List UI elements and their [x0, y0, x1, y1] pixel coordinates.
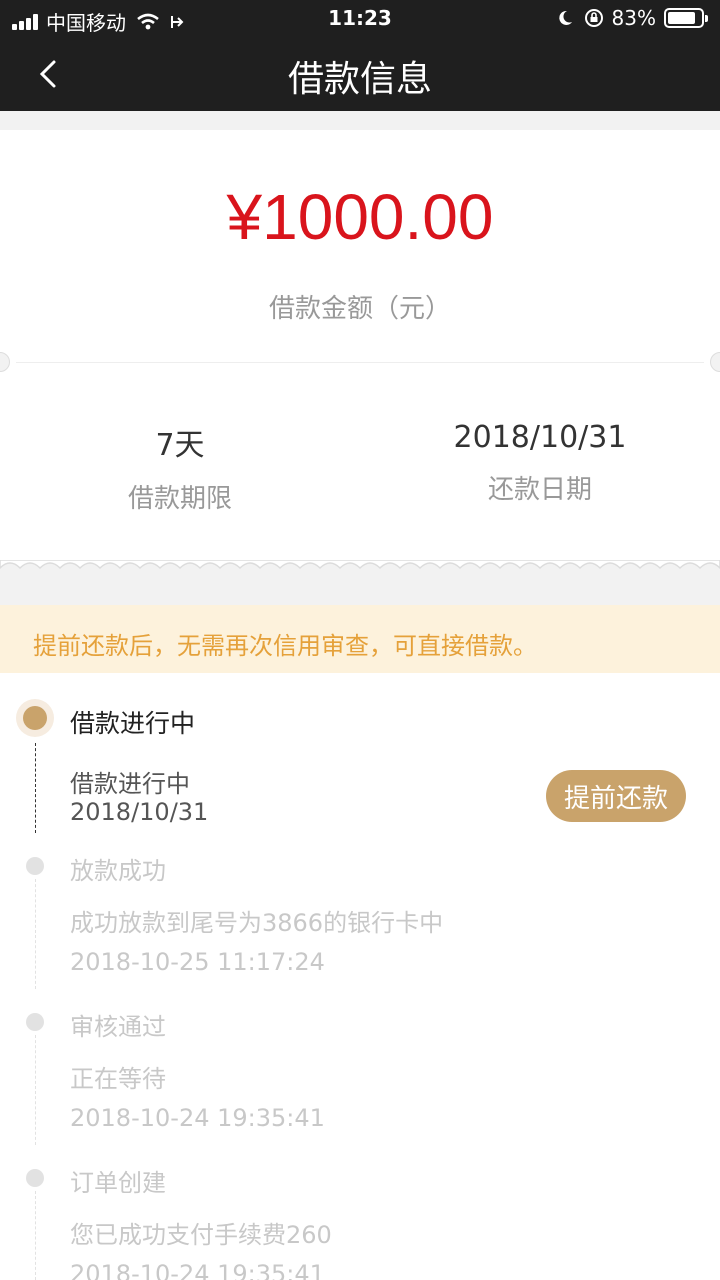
- status-bar: 中国移动 11:23 83%: [0, 0, 720, 38]
- timeline-dot: [26, 857, 44, 875]
- loan-term-value: 7天: [155, 428, 205, 463]
- current-step-detail: 借款进行中: [70, 770, 190, 798]
- current-step-title: 借款进行中: [70, 709, 196, 738]
- loan-term: 7天 借款期限: [0, 420, 360, 515]
- prepay-notice: 提前还款后，无需再次信用审查，可直接借款。: [0, 605, 720, 673]
- timeline-line: [35, 879, 36, 989]
- ticket-notch-left: [0, 352, 10, 372]
- timeline-line: [35, 1191, 36, 1280]
- rotation-lock-icon: [584, 9, 603, 27]
- step-detail: 您已成功支付手续费260: [70, 1221, 332, 1249]
- step-title: 放款成功: [70, 857, 166, 885]
- due-date-label: 还款日期: [487, 475, 592, 505]
- top-bar: 中国移动 11:23 83% 借款信息: [0, 0, 720, 111]
- due-date-value: 2018/10/31: [453, 420, 627, 455]
- step-title: 订单创建: [70, 1169, 166, 1197]
- card-divider: [16, 362, 704, 363]
- step-date: 2018-10-25 11:17:24: [70, 948, 325, 976]
- loan-card: ¥1000.00 借款金额（元） 7天 借款期限 2018/10/31 还款日期: [0, 130, 720, 560]
- page-title: 借款信息: [287, 59, 432, 100]
- moon-icon: [558, 10, 572, 25]
- loan-amount: ¥1000.00: [226, 181, 494, 253]
- card-scallop-edge: [0, 560, 720, 570]
- timeline-dot-active: [23, 706, 47, 730]
- timeline-line-active: [35, 743, 36, 833]
- loan-term-label: 借款期限: [127, 484, 232, 514]
- battery-percent: 83%: [611, 6, 656, 30]
- due-date: 2018/10/31 还款日期: [360, 420, 720, 506]
- loan-amount-label: 借款金额（元）: [268, 294, 451, 324]
- loan-timeline: 借款进行中 借款进行中 2018/10/31 提前还款 放款成功 成功放款到尾号…: [0, 673, 720, 1280]
- step-date: 2018-10-24 19:35:41: [70, 1104, 325, 1132]
- step-date: 2018-10-24 19:35:41: [70, 1260, 325, 1280]
- prepay-button[interactable]: 提前还款: [546, 770, 686, 822]
- battery-icon: [664, 8, 708, 28]
- step-detail: 正在等待: [70, 1065, 166, 1093]
- nav-bar: 借款信息: [0, 38, 720, 111]
- step-title: 审核通过: [70, 1013, 166, 1041]
- ticket-notch-right: [710, 352, 720, 372]
- step-detail: 成功放款到尾号为3866的银行卡中: [70, 909, 444, 937]
- timeline-dot: [26, 1169, 44, 1187]
- timeline-dot: [26, 1013, 44, 1031]
- timeline-line: [35, 1035, 36, 1145]
- current-step-date: 2018/10/31: [70, 798, 209, 826]
